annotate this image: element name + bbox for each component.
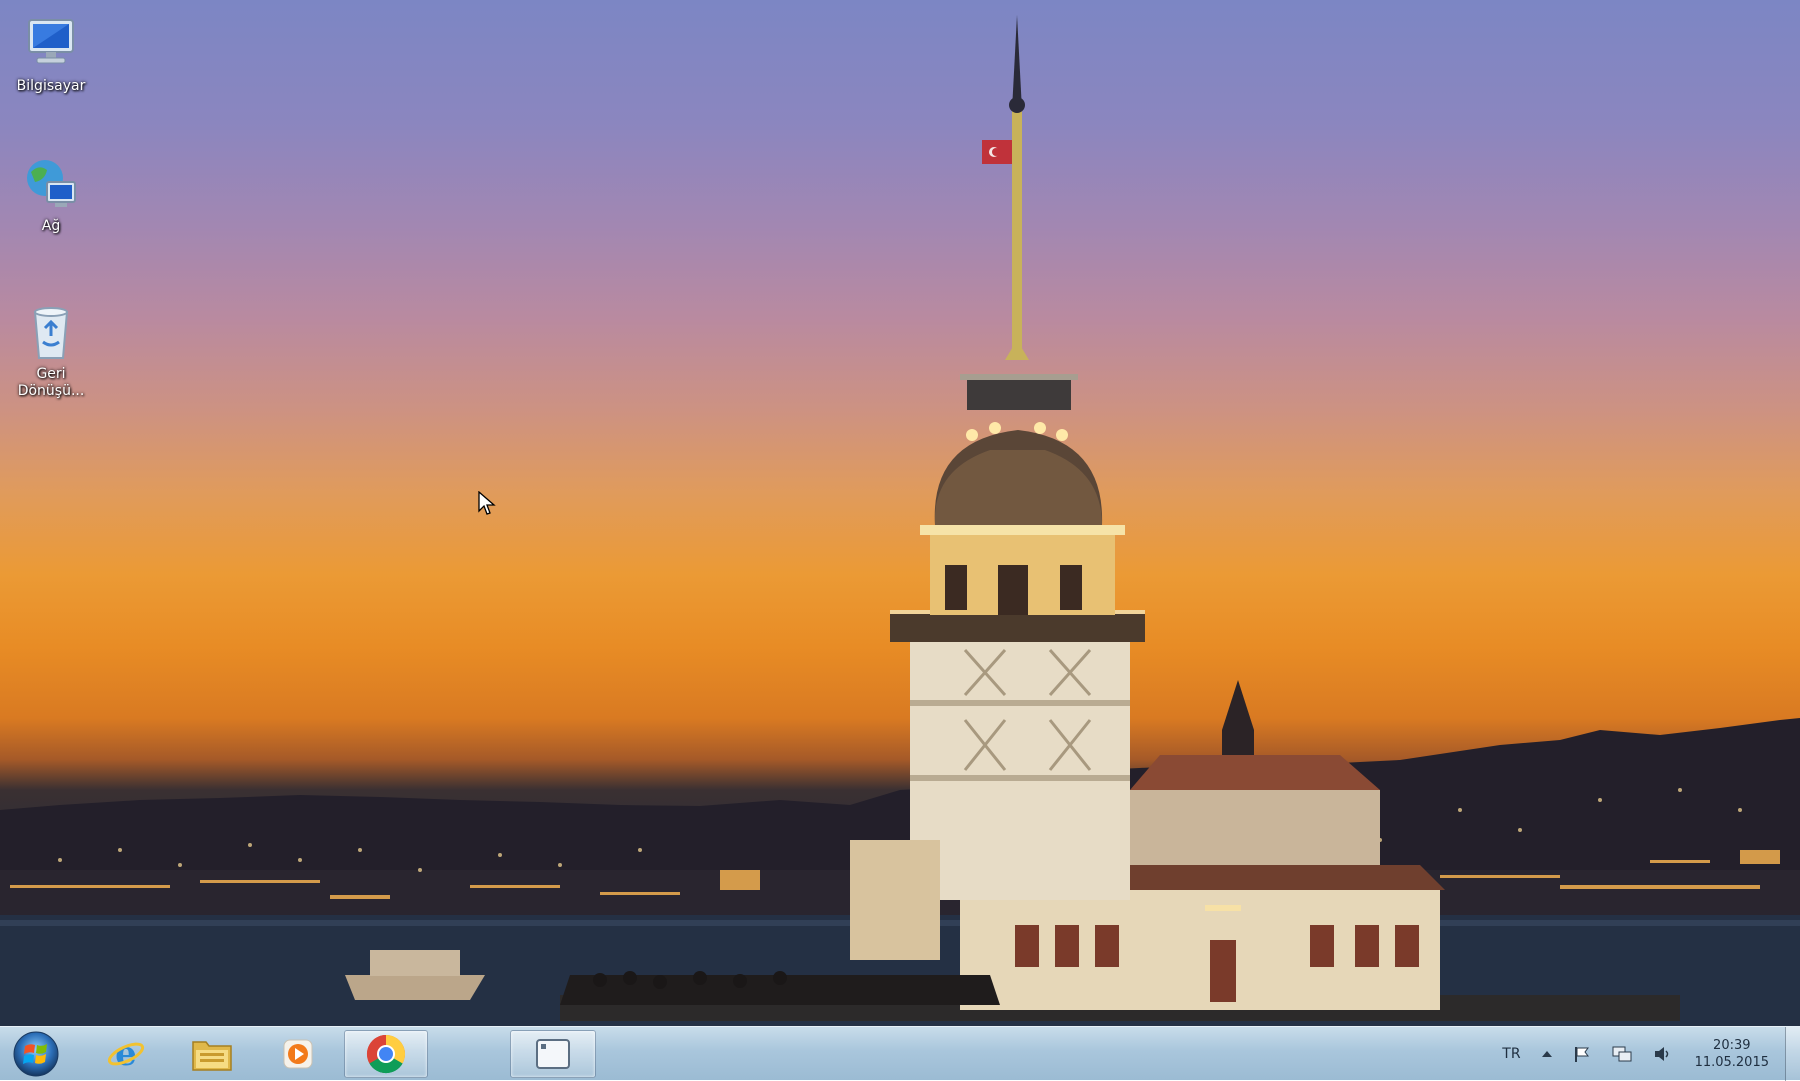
clock-time: 20:39 [1713,1038,1751,1053]
clock-date: 11.05.2015 [1694,1055,1769,1070]
folder-icon [192,1041,232,1071]
show-desktop-button[interactable] [1785,1027,1800,1081]
desktop-icon-label: Geri Dönüşü... [17,366,85,399]
desktop-icon-recycle-bin[interactable]: Geri Dönüşü... [6,302,96,400]
wallpaper-image [0,15,1800,1026]
taskbar-internet-explorer-button[interactable]: e [86,1030,166,1078]
desktop[interactable]: Bilgisayar Ağ Geri Dönüşü... [0,0,1800,1026]
system-tray: TR 20:39 11.05.2015 [1492,1027,1800,1081]
taskbar: e TR 20:39 11.05.2015 [0,1026,1800,1081]
app-window-icon [536,1039,570,1069]
windows-start-icon [13,1031,59,1077]
network-icon [21,154,81,214]
computer-icon [21,14,81,74]
taskbar-windows-explorer-button[interactable] [172,1030,252,1078]
network-status-button[interactable] [1611,1045,1633,1063]
language-indicator[interactable]: TR [1502,1046,1520,1062]
media-player-icon [283,1039,313,1069]
show-hidden-icons-button[interactable] [1541,1049,1553,1059]
taskbar-app-window-button[interactable] [510,1030,596,1078]
desktop-icon-label: Ağ [41,218,61,234]
desktop-icon-network[interactable]: Ağ [6,154,96,235]
mouse-cursor-icon [478,491,496,515]
desktop-icon-computer[interactable]: Bilgisayar [6,14,96,95]
speaker-icon [1654,1047,1668,1061]
action-center-button[interactable] [1573,1045,1591,1063]
svg-text:e: e [115,1034,137,1074]
start-button[interactable] [6,1029,66,1079]
chrome-icon [366,1035,406,1074]
recycle-bin-icon [21,302,81,362]
taskbar-media-player-button[interactable] [258,1030,338,1078]
internet-explorer-icon: e [107,1034,145,1074]
taskbar-chrome-button[interactable] [344,1030,428,1078]
chevron-up-icon [1541,1051,1552,1057]
clock[interactable]: 20:39 11.05.2015 [1695,1037,1769,1071]
flag-icon [1574,1047,1589,1062]
volume-button[interactable] [1653,1045,1673,1063]
network-status-icon [1612,1046,1632,1062]
desktop-icon-label: Bilgisayar [16,78,86,94]
